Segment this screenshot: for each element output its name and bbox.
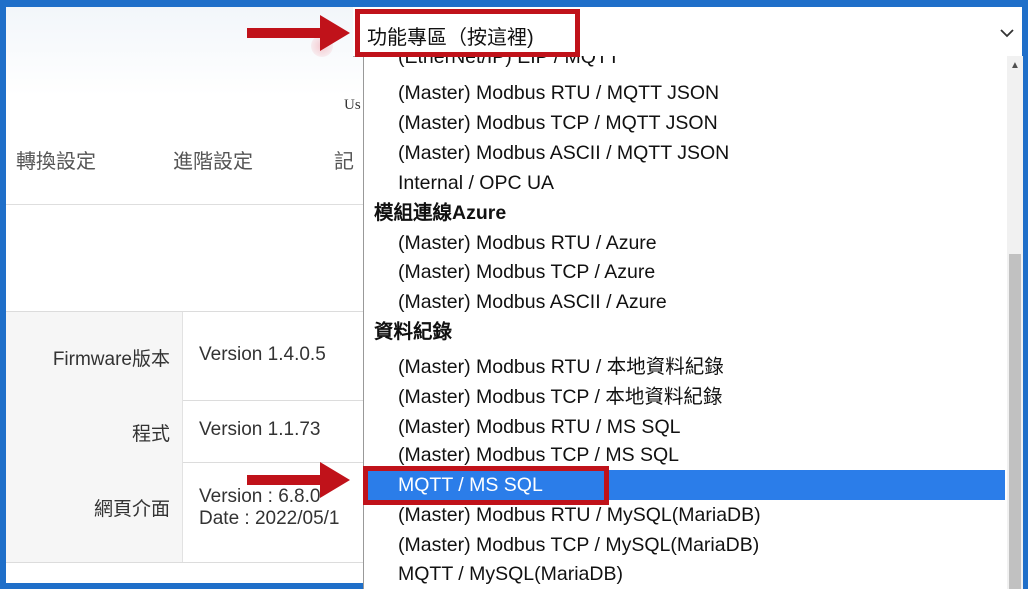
highlight-box-option [363, 466, 609, 505]
option-rtu-mssql[interactable]: (Master) Modbus RTU / MS SQL [364, 412, 1005, 442]
nav-item-log[interactable]: 記 [334, 145, 354, 174]
option-tcp-mqtt-json[interactable]: (Master) Modbus TCP / MQTT JSON [364, 108, 1005, 138]
option-ascii-azure[interactable]: (Master) Modbus ASCII / Azure [364, 287, 1005, 317]
program-value: Version 1.1.73 [199, 419, 321, 440]
program-label: 程式 [6, 399, 183, 462]
chevron-down-icon[interactable] [1000, 22, 1014, 43]
webui-label: 網頁介面 [6, 462, 183, 562]
option-mqtt-mysql[interactable]: MQTT / MySQL(MariaDB) [364, 559, 1005, 589]
option-internal-opcua[interactable]: Internal / OPC UA [364, 168, 1005, 198]
optgroup-datalog: 資料紀錄 [374, 321, 453, 343]
option-rtu-azure[interactable]: (Master) Modbus RTU / Azure [364, 228, 1005, 258]
header-partial-text: Us [344, 97, 361, 113]
red-arrow-shaft-top [247, 28, 323, 38]
option-tcp-local-log[interactable]: (Master) Modbus TCP / 本地資料紀錄 [364, 382, 1005, 412]
option-rtu-local-log[interactable]: (Master) Modbus RTU / 本地資料紀錄 [364, 352, 1005, 382]
highlight-box-select [355, 9, 580, 57]
red-arrow-shaft-bottom [247, 475, 323, 485]
option-tcp-azure[interactable]: (Master) Modbus TCP / Azure [364, 257, 1005, 287]
scrollbar-thumb[interactable] [1009, 254, 1021, 589]
nav-item-conversion[interactable]: 轉換設定 [16, 145, 96, 174]
optgroup-azure: 模組連線Azure [374, 202, 507, 224]
red-arrow-head-bottom [320, 462, 350, 498]
webui-version: Version : 6.8.0 [199, 486, 321, 507]
dropdown-scrollbar[interactable]: ▲ [1007, 56, 1023, 589]
firmware-label: Firmware版本 [6, 312, 183, 400]
option-eip-mqtt[interactable]: (EtherNet/IP) EIP / MQTT [364, 56, 1005, 72]
nav-item-advanced[interactable]: 進階設定 [173, 145, 253, 174]
webui-date: Date : 2022/05/1 [199, 508, 340, 529]
option-ascii-mqtt-json[interactable]: (Master) Modbus ASCII / MQTT JSON [364, 138, 1005, 168]
firmware-row: Firmware版本 Version 1.4.0.5 [6, 311, 366, 401]
red-arrow-head-top [320, 15, 350, 51]
program-row: 程式 Version 1.1.73 [6, 399, 366, 463]
firmware-value: Version 1.4.0.5 [199, 344, 326, 365]
option-rtu-mqtt-json[interactable]: (Master) Modbus RTU / MQTT JSON [364, 78, 1005, 108]
function-dropdown-list[interactable]: (EtherNet/IP) EIP / MQTT (Master) Modbus… [363, 56, 1023, 589]
scroll-up-arrow-icon[interactable]: ▲ [1010, 60, 1020, 71]
option-tcp-mysql[interactable]: (Master) Modbus TCP / MySQL(MariaDB) [364, 530, 1005, 560]
